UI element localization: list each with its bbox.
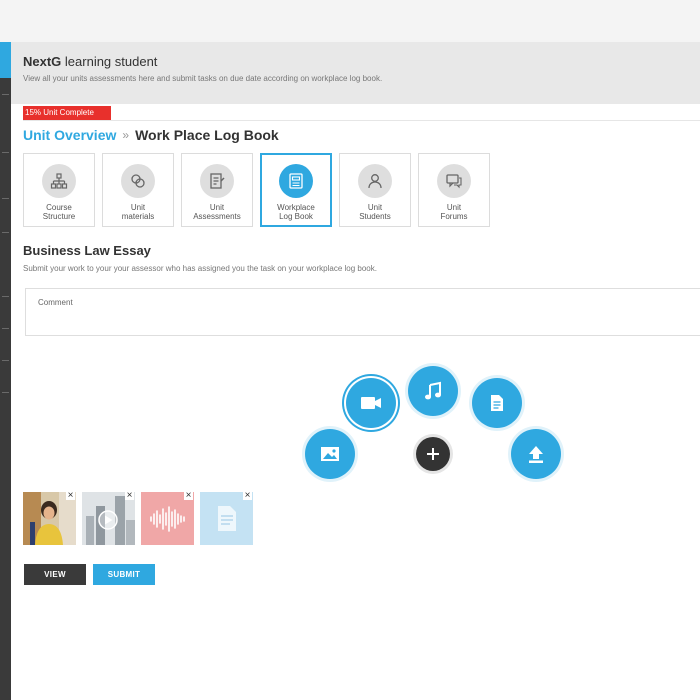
- tile-course-structure[interactable]: Course Structure: [23, 153, 95, 227]
- add-attachment-button[interactable]: [416, 437, 450, 471]
- remove-attachment-icon[interactable]: ×: [184, 492, 193, 501]
- comment-placeholder: Comment: [38, 298, 73, 307]
- attachment-thumbnails: × × × ×: [23, 492, 253, 545]
- breadcrumb-separator: »: [122, 128, 130, 142]
- audio-upload-button[interactable]: [408, 366, 458, 416]
- tile-label: Course Structure: [42, 203, 76, 221]
- music-note-icon: [425, 381, 441, 400]
- tile-unit-materials[interactable]: Unit materials: [102, 153, 174, 227]
- sidebar-item[interactable]: [2, 152, 9, 153]
- breadcrumb-current: Work Place Log Book: [135, 127, 279, 143]
- header-subtitle: View all your units assessments here and…: [23, 74, 383, 83]
- browser-top-bar: [0, 0, 700, 43]
- unit-nav-tiles: Course Structure Unit materials Unit Assess…: [23, 153, 490, 227]
- task-instructions: Submit your work to your your assessor w…: [23, 264, 377, 273]
- forum-icon: [437, 164, 471, 198]
- tile-workplace-log-book[interactable]: Workplace Log Book: [260, 153, 332, 227]
- app-title-rest: learning student: [61, 54, 158, 69]
- video-upload-button[interactable]: [346, 378, 396, 428]
- comment-field[interactable]: Comment: [25, 288, 700, 336]
- sidebar-item[interactable]: [2, 360, 9, 361]
- view-button[interactable]: VIEW: [24, 564, 86, 585]
- document-upload-button[interactable]: [472, 378, 522, 428]
- sidebar-item[interactable]: [2, 94, 9, 95]
- org-chart-icon: [42, 164, 76, 198]
- remove-attachment-icon[interactable]: ×: [125, 492, 134, 501]
- app-name: NextG: [23, 54, 62, 69]
- breadcrumb: Unit Overview » Work Place Log Book: [23, 127, 279, 143]
- upload-arrow-icon: [529, 446, 543, 463]
- tile-unit-students[interactable]: Unit Students: [339, 153, 411, 227]
- app-title: NextG learning student: [23, 54, 157, 69]
- student-icon: [358, 164, 392, 198]
- attachment-video-thumbnail[interactable]: ×: [82, 492, 135, 545]
- submit-button[interactable]: SUBMIT: [93, 564, 155, 585]
- remove-attachment-icon[interactable]: ×: [66, 492, 75, 501]
- progress-divider: [23, 120, 700, 121]
- tile-unit-forums[interactable]: Unit Forums: [418, 153, 490, 227]
- unit-progress-badge: 15% Unit Complete: [23, 106, 111, 120]
- logbook-icon: [279, 164, 313, 198]
- image-upload-button[interactable]: [305, 429, 355, 479]
- video-camera-icon: [361, 397, 381, 409]
- sidebar-item[interactable]: [2, 328, 9, 329]
- tile-label: Unit materials: [121, 203, 155, 221]
- sidebar-item[interactable]: [2, 198, 9, 199]
- attachment-image-thumbnail[interactable]: ×: [23, 492, 76, 545]
- task-title: Business Law Essay: [23, 243, 151, 258]
- page-header: NextG learning student View all your uni…: [11, 42, 700, 104]
- assessment-icon: [200, 164, 234, 198]
- document-icon: [491, 395, 503, 411]
- left-sidebar: [0, 42, 11, 700]
- attachment-audio-thumbnail[interactable]: ×: [141, 492, 194, 545]
- sidebar-item[interactable]: [2, 232, 9, 233]
- breadcrumb-unit-overview[interactable]: Unit Overview: [23, 127, 116, 143]
- sidebar-item[interactable]: [2, 392, 9, 393]
- image-icon: [321, 447, 339, 461]
- file-upload-button[interactable]: [511, 429, 561, 479]
- tile-label: Unit Students: [359, 203, 391, 221]
- materials-icon: [121, 164, 155, 198]
- sidebar-item[interactable]: [2, 296, 9, 297]
- plus-icon: [427, 448, 439, 460]
- attachment-document-thumbnail[interactable]: ×: [200, 492, 253, 545]
- tile-label: Unit Assessments: [193, 203, 241, 221]
- sidebar-active-marker: [0, 42, 11, 78]
- remove-attachment-icon[interactable]: ×: [243, 492, 252, 501]
- tile-unit-assessments[interactable]: Unit Assessments: [181, 153, 253, 227]
- tile-label: Workplace Log Book: [277, 203, 315, 221]
- tile-label: Unit Forums: [440, 203, 468, 221]
